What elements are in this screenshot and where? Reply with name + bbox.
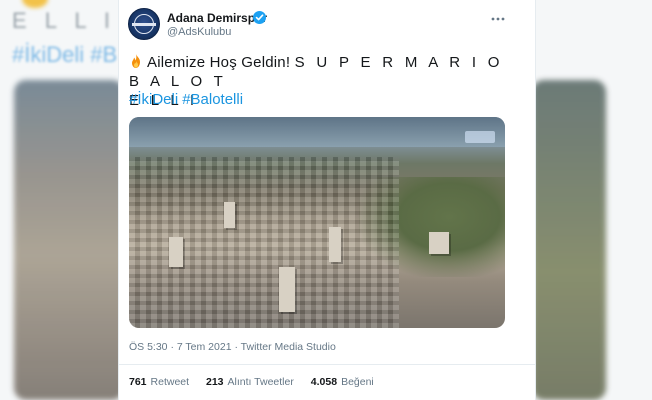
author-handle[interactable]: @AdsKulubu xyxy=(167,26,231,38)
verified-badge-icon xyxy=(253,11,266,24)
hashtags: #İkiDeli #Balotelli xyxy=(129,91,247,108)
tweet-card: Adana Demirspor @AdsKulubu Ailemize Hoş … xyxy=(118,0,536,400)
blurred-text: E L L I xyxy=(12,8,116,33)
author-name[interactable]: Adana Demirspor xyxy=(167,11,267,25)
quotes-stat[interactable]: 213 Alıntı Tweetler xyxy=(206,376,294,388)
more-dots-icon xyxy=(491,17,505,21)
blurred-emoji xyxy=(22,0,48,8)
crest-bar xyxy=(132,23,156,26)
likes-stat[interactable]: 4.058 Beğeni xyxy=(311,376,374,388)
more-options-button[interactable] xyxy=(491,8,505,24)
checkmark-icon xyxy=(255,14,264,21)
quotes-label: Alıntı Tweetler xyxy=(227,376,294,388)
media-building xyxy=(224,202,235,228)
divider xyxy=(119,364,535,365)
media-building xyxy=(429,232,449,254)
likes-label: Beğeni xyxy=(341,376,374,388)
likes-count: 4.058 xyxy=(310,376,338,388)
media-watermark-logo xyxy=(465,131,495,143)
hashtag-balotelli[interactable]: #Balotelli xyxy=(182,91,243,108)
media-building xyxy=(329,227,341,262)
retweets-label: Retweet xyxy=(150,376,190,388)
tweet-media-video[interactable] xyxy=(129,117,505,328)
media-sky xyxy=(129,117,505,147)
avatar[interactable] xyxy=(128,8,160,40)
quotes-count: 213 xyxy=(205,376,224,388)
retweets-count: 761 xyxy=(129,376,147,388)
blurred-image-right xyxy=(532,80,606,400)
hashtag-ikideli[interactable]: #İkiDeli xyxy=(129,91,178,108)
media-building xyxy=(279,267,295,312)
tweet-timestamp[interactable]: ÖS 5:30 · 7 Tem 2021 · Twitter Media Stu… xyxy=(129,341,336,353)
retweets-stat[interactable]: 761 Retweet xyxy=(129,376,189,388)
blurred-hashtags: #İkiDeli #B xyxy=(12,42,118,67)
blurred-image-left xyxy=(14,80,124,400)
media-building xyxy=(169,237,183,267)
tweet-stats: 761 Retweet 213 Alıntı Tweetler 4.058 Beğen… xyxy=(129,376,388,388)
fire-emoji-icon xyxy=(132,54,140,68)
tweet-text-prefix: Ailemize Hoş Geldin! xyxy=(147,54,295,71)
